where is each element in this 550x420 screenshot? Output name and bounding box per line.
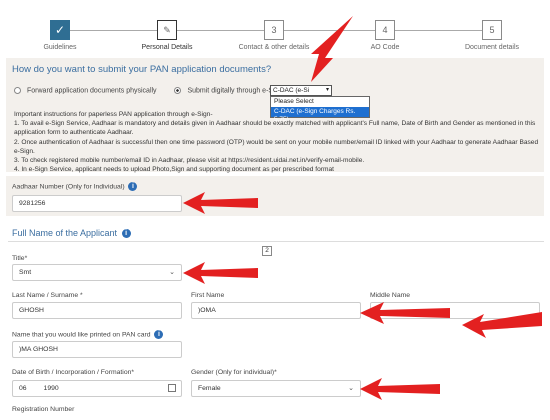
dob-value: 06 1990 [19, 385, 59, 392]
radio-physical-label[interactable]: Forward application documents physically [27, 87, 157, 94]
last-name-label: Last Name / Surname * [12, 292, 83, 299]
submission-radio-row: Forward application documents physically… [14, 86, 297, 95]
first-name-label: First Name [191, 292, 225, 299]
step-1-check-icon: ✓ [50, 20, 70, 40]
red-arrow-icon [183, 192, 258, 214]
dob-label: Date of Birth / Incorporation / Formatio… [12, 369, 135, 376]
info-icon[interactable]: i [154, 330, 164, 339]
title-select[interactable]: Smt ⌄ [12, 264, 182, 281]
esign-select-value: C-DAC (e-Si [273, 87, 310, 94]
instruction-item: 1. To avail e-Sign Service, Aadhaar is m… [14, 120, 536, 137]
instruction-item: 4. In e-Sign Service, applicant needs to… [14, 166, 334, 174]
chevron-down-icon: ▾ [325, 87, 329, 93]
middle-name-label: Middle Name [370, 292, 411, 299]
last-name-input[interactable]: GHOSH [12, 302, 182, 319]
step-label-personal[interactable]: Personal Details [122, 44, 212, 51]
instructions-heading: Important instructions for paperless PAN… [14, 111, 213, 118]
gender-select[interactable]: Female ⌄ [191, 380, 361, 397]
title-label: Title* [12, 255, 28, 262]
instruction-item: 3. To check registered mobile number/ema… [14, 157, 365, 165]
aadhaar-panel: Aadhaar Number (Only for Individual) i 9… [6, 176, 544, 216]
print-name-input[interactable]: )MA GHOSH [12, 341, 182, 358]
red-arrow-icon [462, 312, 542, 338]
aadhaar-number-input[interactable]: 9281256 [12, 195, 182, 212]
full-name-title-text: Full Name of the Applicant [12, 228, 118, 238]
radio-digital-label[interactable]: Submit digitally through e-Sign [187, 87, 282, 94]
calendar-icon[interactable] [168, 384, 176, 392]
gender-label: Gender (Only for individual)* [191, 369, 277, 376]
aadhaar-label: Aadhaar Number (Only for Individual) i [12, 182, 138, 191]
dob-input[interactable]: 06 1990 [12, 380, 182, 397]
red-arrow-icon [183, 262, 258, 284]
page-badge: 2 [262, 246, 272, 256]
step-4-circle: 4 [375, 20, 395, 40]
print-name-label-text: Name that you would like printed on PAN … [12, 331, 151, 339]
info-icon[interactable]: i [121, 229, 131, 239]
step-5-circle: 5 [482, 20, 502, 40]
esign-instructions: Important instructions for paperless PAN… [14, 110, 539, 174]
aadhaar-label-text: Aadhaar Number (Only for Individual) [12, 183, 125, 191]
chevron-down-icon: ⌄ [169, 269, 175, 276]
radio-physical[interactable] [14, 87, 21, 94]
gender-select-value: Female [198, 385, 221, 392]
info-icon[interactable]: i [128, 182, 138, 191]
progress-stepper: ✓ Guidelines ✎ Personal Details 3 Contac… [0, 0, 550, 58]
red-arrow-icon [311, 16, 353, 82]
radio-digital[interactable] [174, 87, 182, 94]
esign-provider-select[interactable]: C-DAC (e-Si ▾ [270, 85, 332, 96]
red-arrow-icon [360, 378, 440, 400]
title-select-value: Smt [19, 269, 32, 276]
chevron-down-icon: ⌄ [348, 385, 354, 392]
submission-method-panel: How do you want to submit your PAN appli… [6, 58, 544, 174]
step-2-edit-icon: ✎ [157, 20, 177, 40]
divider [8, 241, 544, 242]
instruction-item: 2. Once authentication of Aadhaar is suc… [14, 138, 539, 155]
red-arrow-icon [360, 302, 450, 324]
first-name-input[interactable]: )OMA [191, 302, 361, 319]
full-name-section-title: Full Name of the Applicant i [12, 228, 131, 239]
print-name-label: Name that you would like printed on PAN … [12, 330, 164, 339]
registration-label: Registration Number [12, 406, 75, 413]
dropdown-option-please-select[interactable]: Please Select [271, 97, 369, 107]
step-label-guidelines[interactable]: Guidelines [15, 44, 105, 51]
step-label-document[interactable]: Document details [447, 44, 537, 51]
step-3-circle: 3 [264, 20, 284, 40]
submission-question-title: How do you want to submit your PAN appli… [12, 64, 272, 75]
